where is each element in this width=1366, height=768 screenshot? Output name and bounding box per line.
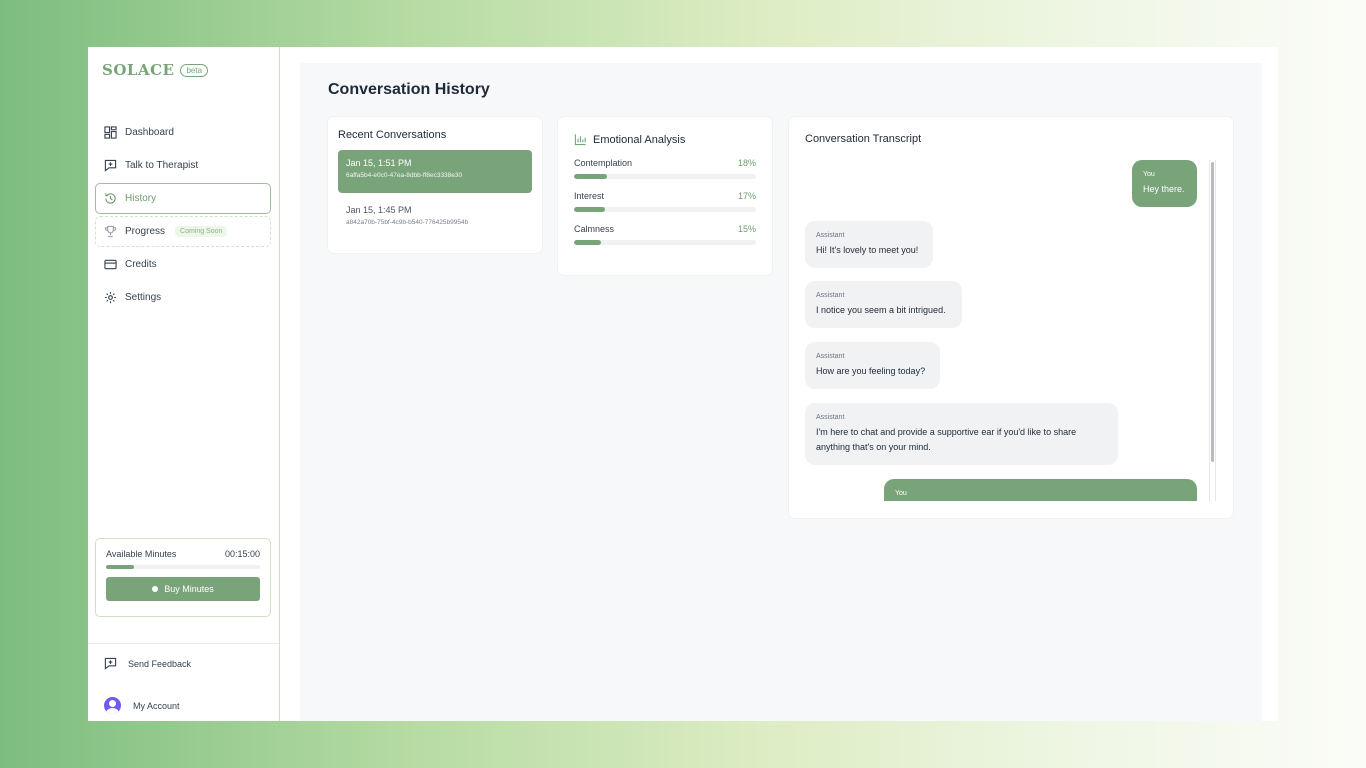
- assistant-message: Assistant I notice you seem a bit intrig…: [805, 281, 962, 328]
- emotion-bar-fill: [574, 240, 602, 245]
- send-feedback-label: Send Feedback: [128, 658, 192, 669]
- sidebar-item-label: Settings: [125, 292, 162, 303]
- avatar: [104, 697, 121, 714]
- transcript-scrollbar[interactable]: [1209, 160, 1216, 501]
- my-account-label: My Account: [133, 700, 180, 711]
- app-window: SOLACE beta Dashboard Talk to Therapist: [88, 47, 1278, 721]
- sidebar-item-label: Credits: [125, 259, 157, 270]
- minutes-label: Available Minutes: [106, 549, 177, 559]
- message-sender: You: [1143, 171, 1155, 178]
- clock-icon: [152, 586, 159, 592]
- message-sender: You: [895, 490, 907, 497]
- assistant-message: Assistant I'm here to chat and provide a…: [805, 403, 1118, 465]
- emotion-bar-fill: [574, 207, 605, 212]
- conversation-item[interactable]: Jan 15, 1:45 PM a842a70b-75bf-4c9b-b540-…: [338, 197, 532, 240]
- message-text: Hey there.: [1143, 184, 1185, 194]
- emotion-percent: 18%: [737, 158, 756, 168]
- user-message: You: [884, 479, 1197, 501]
- coming-soon-badge: Coming Soon: [175, 226, 228, 237]
- sidebar-item-label: History: [125, 193, 157, 204]
- minutes-value: 00:15:00: [224, 549, 260, 559]
- sidebar-item-settings[interactable]: Settings: [95, 282, 271, 313]
- conversation-item[interactable]: Jan 15, 1:51 PM 6affa5b4-e0c0-47ea-8dbb-…: [338, 150, 532, 193]
- emotion-row: Interest 17%: [574, 191, 756, 212]
- emotion-name: Interest: [574, 191, 605, 201]
- minutes-progress-fill: [106, 565, 134, 569]
- message-text: Hi! It's lovely to meet you!: [816, 245, 919, 255]
- conversation-date: Jan 15, 1:45 PM: [346, 205, 412, 215]
- emotional-analysis-title: Emotional Analysis: [593, 133, 686, 146]
- assistant-message: Assistant Hi! It's lovely to meet you!: [805, 221, 933, 268]
- history-icon: [104, 192, 117, 205]
- assistant-message: Assistant How are you feeling today?: [805, 342, 940, 389]
- available-minutes-panel: Available Minutes 00:15:00 Buy Minutes: [95, 538, 271, 617]
- conversation-date: Jan 15, 1:51 PM: [346, 158, 412, 168]
- emotion-bar-track: [574, 174, 756, 179]
- buy-minutes-button[interactable]: Buy Minutes: [106, 577, 260, 601]
- main-content: Conversation History Recent Conversation…: [300, 63, 1262, 721]
- brand-logo[interactable]: SOLACE beta: [102, 61, 209, 79]
- recent-conversations-card: Recent Conversations Jan 15, 1:51 PM 6af…: [328, 117, 542, 253]
- sidebar-item-progress[interactable]: Progress Coming Soon: [95, 216, 271, 247]
- scrollbar-thumb[interactable]: [1211, 162, 1214, 462]
- conversation-id: a842a70b-75bf-4c9b-b540-776425b9954b: [346, 219, 469, 226]
- sidebar-item-credits[interactable]: Credits: [95, 249, 271, 280]
- gear-icon: [104, 291, 117, 304]
- conversation-id: 6affa5b4-e0c0-47ea-8dbb-ff8ec3338e30: [346, 172, 463, 179]
- message-text: I'm here to chat and provide a supportiv…: [816, 427, 1077, 452]
- sidebar-item-label: Dashboard: [125, 127, 174, 138]
- emotion-bar-track: [574, 207, 756, 212]
- brand-name: SOLACE: [102, 61, 175, 79]
- bar-chart-icon: [574, 133, 587, 146]
- emotion-bar-fill: [574, 174, 607, 179]
- sidebar-item-history[interactable]: History: [95, 183, 271, 214]
- sidebar-item-label: Progress: [125, 226, 166, 237]
- sidebar-nav: Dashboard Talk to Therapist History Prog…: [95, 117, 271, 315]
- sidebar-item-dashboard[interactable]: Dashboard: [95, 117, 271, 148]
- chat-plus-icon: [104, 159, 117, 172]
- message-sender: Assistant: [816, 292, 845, 299]
- message-text: How are you feeling today?: [816, 366, 926, 376]
- message-text: I notice you seem a bit intrigued.: [816, 305, 946, 315]
- emotional-analysis-card: Emotional Analysis Contemplation 18% Int…: [558, 117, 772, 275]
- sidebar-item-talk-to-therapist[interactable]: Talk to Therapist: [95, 150, 271, 181]
- message-sender: Assistant: [816, 414, 845, 421]
- emotion-name: Calmness: [574, 224, 615, 234]
- emotion-percent: 17%: [737, 191, 756, 201]
- emotion-row: Contemplation 18%: [574, 158, 756, 179]
- conversation-transcript-card: Conversation Transcript You Hey there. A…: [789, 117, 1233, 518]
- message-list: You Hey there. Assistant Hi! It's lovely…: [805, 160, 1197, 501]
- beta-badge: beta: [180, 63, 209, 77]
- page-title: Conversation History: [328, 81, 490, 98]
- emotion-row: Calmness 15%: [574, 224, 756, 245]
- emotion-name: Contemplation: [574, 158, 633, 168]
- trophy-icon: [104, 225, 117, 238]
- message-sender: Assistant: [816, 232, 845, 239]
- sidebar-divider: [88, 643, 279, 644]
- send-feedback-link[interactable]: Send Feedback: [104, 657, 191, 670]
- message-sender: Assistant: [816, 353, 845, 360]
- emotion-bar-track: [574, 240, 756, 245]
- feedback-icon: [104, 657, 117, 670]
- emotion-percent: 15%: [737, 224, 756, 234]
- card-icon: [104, 258, 117, 271]
- sidebar-item-label: Talk to Therapist: [125, 160, 199, 171]
- transcript-title: Conversation Transcript: [805, 133, 922, 145]
- user-message: You Hey there.: [1132, 160, 1197, 207]
- recent-conversations-title: Recent Conversations: [338, 129, 447, 141]
- my-account-link[interactable]: My Account: [104, 697, 180, 714]
- sidebar: SOLACE beta Dashboard Talk to Therapist: [88, 47, 280, 721]
- minutes-progress-track: [106, 565, 260, 569]
- grid-icon: [104, 126, 117, 139]
- buy-minutes-label: Buy Minutes: [164, 584, 214, 594]
